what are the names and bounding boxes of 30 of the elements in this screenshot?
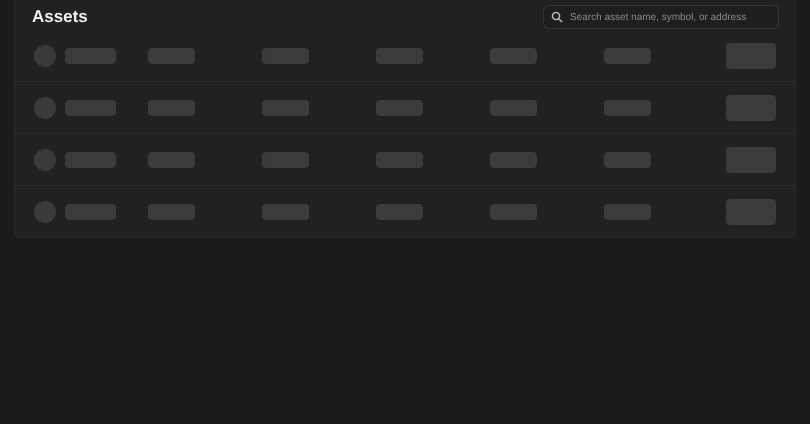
page-title: Assets xyxy=(32,7,88,27)
loading-bar xyxy=(490,48,537,64)
loading-bar xyxy=(604,204,651,220)
avatar-placeholder xyxy=(34,200,56,222)
loading-bar xyxy=(262,152,309,168)
loading-bar xyxy=(376,204,423,220)
loading-bar xyxy=(148,204,195,220)
avatar-placeholder xyxy=(34,148,56,170)
loading-bar xyxy=(376,100,423,116)
loading-bar xyxy=(148,152,195,168)
loading-bar xyxy=(490,204,537,220)
loading-bar xyxy=(376,48,423,64)
loading-bar xyxy=(65,152,116,168)
loading-bar xyxy=(65,48,116,64)
loading-bar xyxy=(65,100,116,116)
loading-bar xyxy=(262,100,309,116)
search-field[interactable]: Search asset name, symbol, or address xyxy=(543,5,779,29)
avatar-placeholder xyxy=(34,44,56,66)
avatar-placeholder xyxy=(34,96,56,118)
loading-bar xyxy=(65,204,116,220)
loading-bar xyxy=(604,48,651,64)
loading-bar xyxy=(490,152,537,168)
loading-bar xyxy=(148,100,195,116)
loading-bar xyxy=(376,152,423,168)
loading-bar xyxy=(604,100,651,116)
loading-bar xyxy=(604,152,651,168)
loading-bar xyxy=(262,48,309,64)
loading-bar xyxy=(262,204,309,220)
loading-bar xyxy=(148,48,195,64)
loading-bar xyxy=(490,100,537,116)
